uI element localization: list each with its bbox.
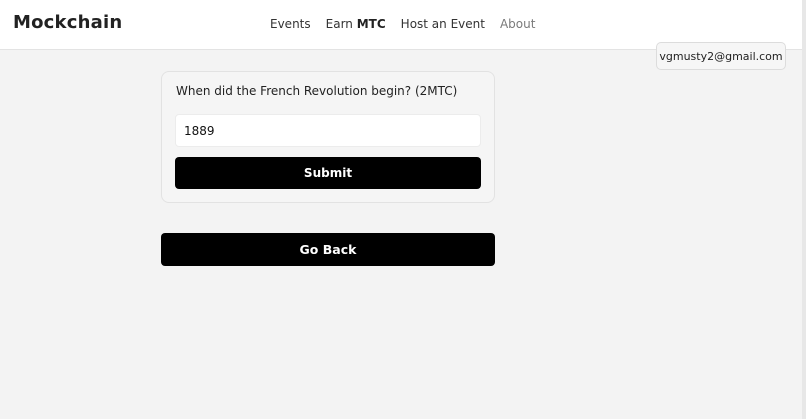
- nav-earn-mtc[interactable]: Earn MTC: [326, 17, 386, 31]
- account-email-badge[interactable]: vgmusty2@gmail.com: [656, 42, 786, 70]
- quiz-card: When did the French Revolution begin? (2…: [161, 71, 495, 203]
- go-back-button[interactable]: Go Back: [161, 233, 495, 266]
- brand-logo[interactable]: Mockchain: [13, 12, 122, 33]
- nav-host-event[interactable]: Host an Event: [401, 17, 485, 31]
- nav-earn-label: Earn: [325, 17, 353, 31]
- nav-about[interactable]: About: [500, 17, 535, 31]
- scrollbar-track[interactable]: [802, 0, 806, 419]
- main-nav: Events Earn MTC Host an Event About: [270, 17, 535, 31]
- quiz-question: When did the French Revolution begin? (2…: [176, 84, 458, 98]
- nav-earn-token: MTC: [356, 17, 386, 31]
- submit-button[interactable]: Submit: [175, 157, 481, 189]
- answer-input[interactable]: [175, 114, 481, 147]
- nav-events[interactable]: Events: [270, 17, 311, 31]
